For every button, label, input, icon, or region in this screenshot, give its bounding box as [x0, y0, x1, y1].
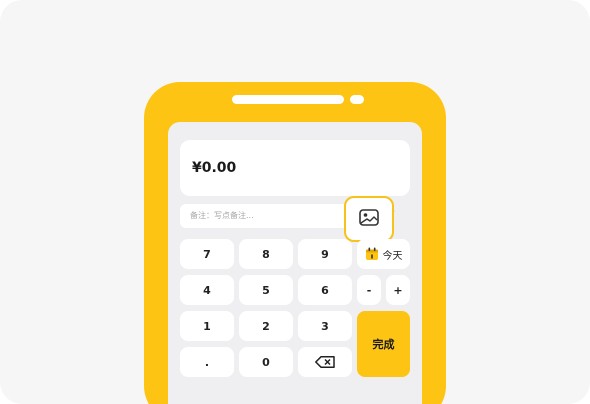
done-button[interactable]: 完成 — [357, 311, 410, 377]
key-4[interactable]: 4 — [180, 275, 234, 305]
key-6[interactable]: 6 — [298, 275, 352, 305]
key-5[interactable]: 5 — [239, 275, 293, 305]
key-1[interactable]: 1 — [180, 311, 234, 341]
image-icon — [359, 209, 379, 226]
phone-screen: ¥0.00 备注：写点备注... › 7 8 9 — [168, 122, 422, 404]
image-attach-button[interactable] — [344, 196, 394, 242]
plus-button[interactable]: + — [386, 275, 410, 305]
minus-button[interactable]: - — [357, 275, 381, 305]
phone-speaker — [232, 95, 344, 104]
key-0[interactable]: 0 — [239, 347, 293, 377]
backspace-icon — [315, 356, 335, 368]
key-9[interactable]: 9 — [298, 239, 352, 269]
illustration-card: ¥0.00 备注：写点备注... › 7 8 9 — [0, 0, 590, 404]
phone-frame: ¥0.00 备注：写点备注... › 7 8 9 — [144, 82, 446, 404]
today-label: 今天 — [382, 250, 403, 262]
backspace-button[interactable] — [298, 347, 352, 377]
key-2[interactable]: 2 — [239, 311, 293, 341]
calendar-icon — [365, 247, 378, 260]
key-7[interactable]: 7 — [180, 239, 234, 269]
today-button[interactable]: 今天 — [357, 239, 410, 269]
note-placeholder: 备注：写点备注... — [190, 211, 254, 220]
amount-display: ¥0.00 — [180, 140, 410, 196]
key-dot[interactable]: . — [180, 347, 234, 377]
amount-value: ¥0.00 — [192, 160, 237, 176]
phone-camera — [350, 95, 364, 104]
key-8[interactable]: 8 — [239, 239, 293, 269]
key-3[interactable]: 3 — [298, 311, 352, 341]
